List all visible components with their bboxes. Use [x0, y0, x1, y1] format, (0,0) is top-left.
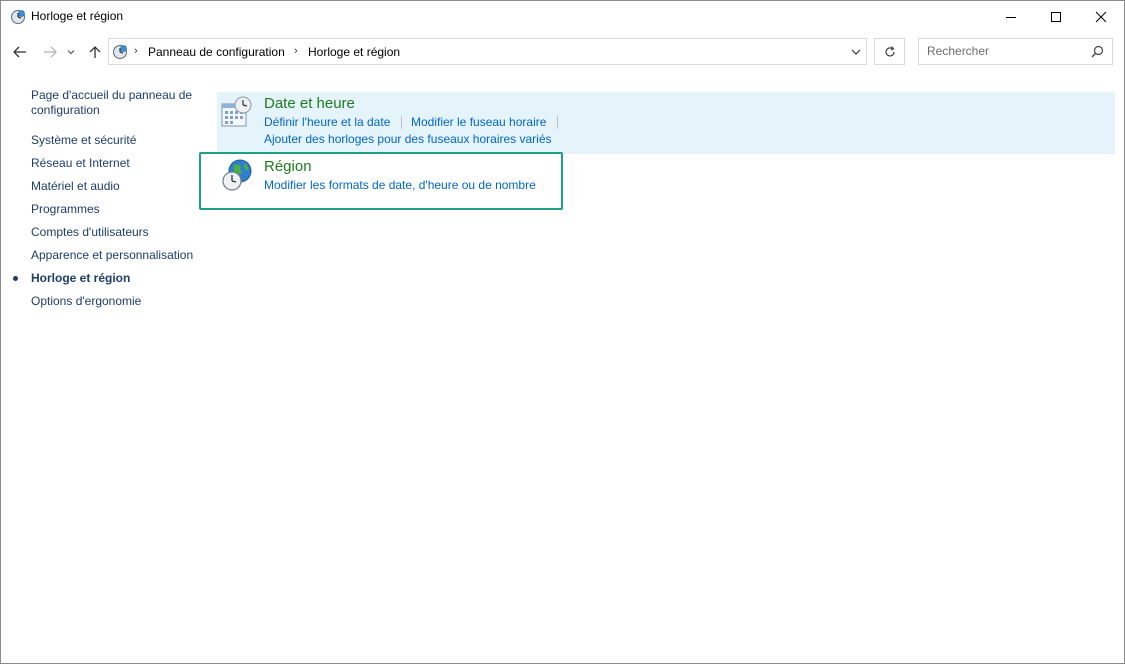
sidebar-item-clock-region[interactable]: Horloge et région: [31, 271, 130, 286]
arrow-left-icon: [13, 46, 26, 58]
maximize-button[interactable]: [1033, 1, 1079, 32]
close-icon: [1095, 11, 1107, 22]
chevron-down-icon: [67, 50, 75, 55]
title-bar: Horloge et région: [1, 1, 1124, 33]
arrow-right-icon: [44, 46, 57, 58]
control-panel-window: Horloge et région › Panneau de configura…: [0, 0, 1125, 664]
address-bar[interactable]: › Panneau de configuration › Horloge et …: [108, 38, 867, 65]
arrow-up-icon: [89, 46, 101, 58]
active-indicator: [13, 276, 18, 281]
sidebar-item-home[interactable]: Page d'accueil du panneau de configurati…: [31, 88, 201, 118]
recent-locations-button[interactable]: [64, 41, 78, 63]
window-title: Horloge et région: [31, 9, 124, 23]
breadcrumb-control-panel[interactable]: Panneau de configuration: [148, 45, 285, 59]
back-button[interactable]: [10, 41, 30, 63]
close-button[interactable]: [1078, 1, 1124, 32]
forward-button[interactable]: [40, 41, 60, 63]
maximize-icon: [1051, 11, 1061, 22]
breadcrumb-clock-region[interactable]: Horloge et région: [308, 45, 400, 59]
clock-globe-icon: [113, 45, 127, 59]
refresh-icon: [884, 45, 895, 56]
globe-clock-icon[interactable]: [220, 158, 254, 192]
chevron-right-icon[interactable]: ›: [294, 45, 298, 57]
search-input[interactable]: [927, 44, 1077, 58]
calendar-clock-icon[interactable]: [220, 96, 254, 130]
sidebar-item-system-security[interactable]: Système et sécurité: [31, 133, 136, 148]
chevron-down-icon[interactable]: [850, 46, 862, 58]
refresh-button[interactable]: [874, 38, 905, 65]
sidebar-item-ease-of-access[interactable]: Options d'ergonomie: [31, 294, 141, 309]
category-title-date-time[interactable]: Date et heure: [264, 95, 355, 112]
link-change-time-zone[interactable]: Modifier le fuseau horaire: [411, 115, 546, 129]
sidebar-item-user-accounts[interactable]: Comptes d'utilisateurs: [31, 225, 149, 240]
sidebar-item-programs[interactable]: Programmes: [31, 202, 100, 217]
chevron-right-icon[interactable]: ›: [134, 45, 138, 57]
link-change-formats[interactable]: Modifier les formats de date, d'heure ou…: [264, 178, 536, 192]
sidebar-item-appearance[interactable]: Apparence et personnalisation: [31, 248, 193, 263]
sidebar-item-hardware-audio[interactable]: Matériel et audio: [31, 179, 120, 194]
search-icon[interactable]: [1091, 45, 1104, 58]
up-button[interactable]: [85, 41, 105, 63]
minimize-icon: [1006, 16, 1016, 18]
link-separator: [401, 116, 402, 129]
sidebar-item-network-internet[interactable]: Réseau et Internet: [31, 156, 130, 171]
category-title-region[interactable]: Région: [264, 158, 312, 175]
link-set-time-date[interactable]: Définir l'heure et la date: [264, 115, 390, 129]
clock-globe-icon: [11, 10, 25, 24]
link-separator: [557, 116, 558, 129]
search-box[interactable]: [918, 38, 1113, 65]
minimize-button[interactable]: [988, 1, 1034, 32]
link-add-clocks[interactable]: Ajouter des horloges pour des fuseaux ho…: [264, 132, 552, 146]
